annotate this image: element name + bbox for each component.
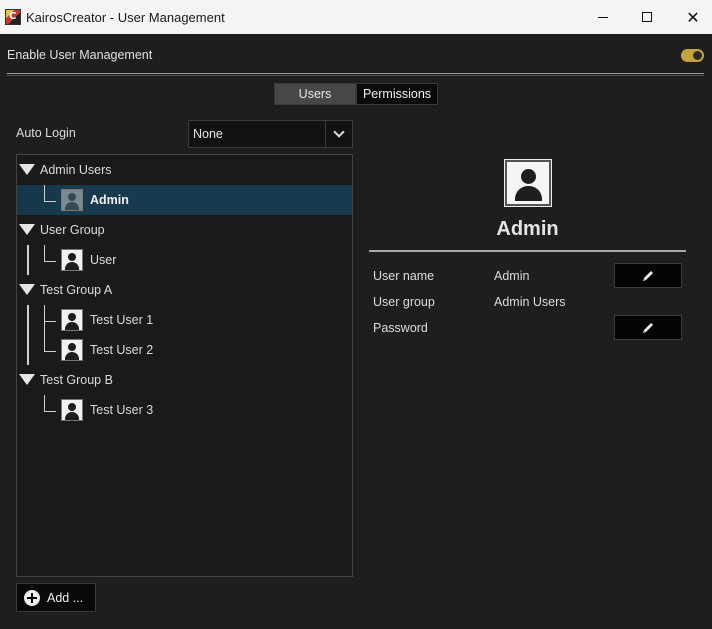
app-icon: C xyxy=(5,9,21,25)
pencil-icon xyxy=(641,269,655,283)
window-title: KairosCreator - User Management xyxy=(26,10,225,25)
close-button[interactable]: ✕ xyxy=(670,0,712,34)
username-value: Admin xyxy=(494,269,530,283)
minimize-icon xyxy=(598,16,608,18)
tree-connector xyxy=(44,351,56,352)
tree-group-user-group[interactable]: User Group xyxy=(17,215,352,245)
divider xyxy=(369,250,686,252)
tree-group-test-group-a[interactable]: Test Group A xyxy=(17,275,352,305)
auto-login-label: Auto Login xyxy=(16,126,76,140)
toggle-knob xyxy=(693,51,702,60)
plus-circle-icon xyxy=(24,590,40,606)
title-bar: C KairosCreator - User Management ✕ xyxy=(0,0,712,34)
user-avatar-icon xyxy=(61,309,83,331)
auto-login-value: None xyxy=(193,127,223,141)
tab-users[interactable]: Users xyxy=(274,83,356,105)
edit-username-button[interactable] xyxy=(614,263,682,288)
tab-permissions[interactable]: Permissions xyxy=(356,83,438,105)
edit-password-button[interactable] xyxy=(614,315,682,340)
expand-triangle-icon[interactable] xyxy=(19,374,35,385)
user-avatar-icon xyxy=(61,399,83,421)
maximize-button[interactable] xyxy=(624,0,670,34)
enable-user-management-label: Enable User Management xyxy=(7,48,153,62)
expand-triangle-icon[interactable] xyxy=(19,284,35,295)
tree-connector xyxy=(44,411,56,412)
chevron-down-icon xyxy=(333,126,345,138)
close-icon: ✕ xyxy=(686,7,700,27)
minimize-button[interactable] xyxy=(580,0,626,34)
user-avatar-icon xyxy=(61,339,83,361)
tree-user-test-user-1[interactable]: Test User 1 xyxy=(17,305,352,335)
add-button[interactable]: Add ... xyxy=(16,583,96,612)
tree-connector xyxy=(44,261,56,262)
tree-connector xyxy=(44,305,45,335)
usergroup-label: User group xyxy=(373,295,435,309)
selected-user-name: Admin xyxy=(496,218,559,240)
dropdown-button[interactable] xyxy=(325,121,352,147)
tree-connector xyxy=(44,245,45,262)
group-label: Admin Users xyxy=(40,163,112,177)
tree-connector xyxy=(44,201,56,202)
selected-user-avatar-icon xyxy=(504,159,552,207)
tree-connector xyxy=(44,321,56,322)
pencil-icon xyxy=(641,321,655,335)
user-label: Test User 2 xyxy=(90,343,154,357)
group-label: User Group xyxy=(40,223,105,237)
usergroup-value: Admin Users xyxy=(494,295,566,309)
group-label: Test Group B xyxy=(40,373,113,387)
user-label: Test User 3 xyxy=(90,403,154,417)
tree-user-admin[interactable]: Admin xyxy=(17,185,352,215)
tree-group-admin-users[interactable]: Admin Users xyxy=(17,155,352,185)
user-tree[interactable]: Admin Users Admin User Group User Test G… xyxy=(16,154,353,577)
tree-connector xyxy=(44,335,45,352)
expand-triangle-icon[interactable] xyxy=(19,164,35,175)
enable-user-management-toggle[interactable] xyxy=(681,49,704,62)
divider xyxy=(7,73,704,76)
user-label: User xyxy=(90,253,117,267)
password-label: Password xyxy=(373,321,428,335)
tree-connector xyxy=(44,185,45,202)
expand-triangle-icon[interactable] xyxy=(19,224,35,235)
username-label: User name xyxy=(373,269,435,283)
tree-group-test-group-b[interactable]: Test Group B xyxy=(17,365,352,395)
tree-user-test-user-2[interactable]: Test User 2 xyxy=(17,335,352,365)
tree-user-test-user-3[interactable]: Test User 3 xyxy=(17,395,352,425)
add-button-label: Add ... xyxy=(47,591,84,605)
user-avatar-icon xyxy=(61,189,83,211)
tree-connector xyxy=(44,395,45,412)
tree-user-user[interactable]: User xyxy=(17,245,352,275)
user-label: Test User 1 xyxy=(90,313,154,327)
maximize-icon xyxy=(642,12,652,22)
group-label: Test Group A xyxy=(40,283,113,297)
auto-login-select[interactable]: None xyxy=(188,120,353,148)
user-avatar-icon xyxy=(61,249,83,271)
user-label: Admin xyxy=(90,193,129,207)
